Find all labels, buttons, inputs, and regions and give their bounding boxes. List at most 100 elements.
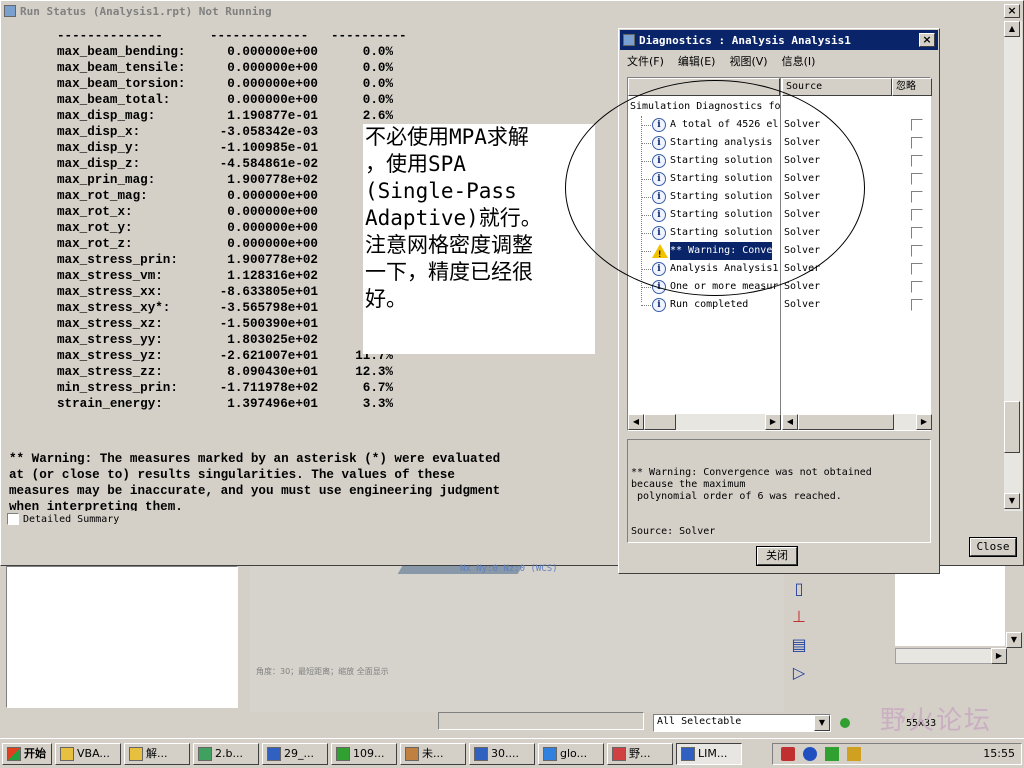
separator-value: ------------- <box>210 29 309 43</box>
source-hscroll[interactable]: ◀ ▶ <box>782 414 932 430</box>
detailed-summary-checkbox[interactable] <box>7 513 19 525</box>
scroll-thumb[interactable] <box>1004 401 1020 453</box>
csys-label: Nx Ny:0 Nz:0 (WCS) <box>460 564 558 574</box>
taskbar-button[interactable]: 2.b... <box>193 742 259 765</box>
start-button[interactable]: 开始 <box>2 742 52 765</box>
scroll-down-arrow-2[interactable]: ▼ <box>1006 632 1022 648</box>
chevron-down-icon[interactable]: ▼ <box>814 715 830 731</box>
ignore-checkbox[interactable] <box>911 299 923 311</box>
menu-info[interactable]: 信息(I) <box>782 53 816 69</box>
close-icon[interactable]: × <box>1004 4 1020 18</box>
window-icon <box>623 34 635 46</box>
horizontal-scrollbar[interactable]: ▶ <box>895 648 1007 664</box>
ignore-checkbox[interactable] <box>911 137 923 149</box>
ignore-checkbox[interactable] <box>911 119 923 131</box>
app-icon <box>198 746 212 761</box>
scroll-left-arrow[interactable]: ◀ <box>628 414 644 430</box>
volume-icon[interactable] <box>847 747 861 761</box>
taskbar-button[interactable]: LIM... <box>676 742 742 765</box>
source-column-header[interactable]: Source <box>782 78 892 96</box>
taskbar-button-label: 解... <box>146 746 168 760</box>
scroll-right-arrow[interactable]: ▶ <box>991 648 1007 664</box>
source-row[interactable]: Solver <box>782 278 932 296</box>
detailed-summary-label: Detailed Summary <box>23 513 120 525</box>
report-separator: -------------- ------------- ---------- <box>5 29 407 45</box>
message-text: ** Warning: Convergence was not obtained… <box>631 467 872 502</box>
taskbar-button[interactable]: 109... <box>331 742 397 765</box>
windows-logo-icon <box>7 746 21 761</box>
source-row[interactable]: Solver <box>782 296 932 314</box>
measure-name: max_disp_mag: <box>57 109 156 123</box>
taskbar-button[interactable]: 29_... <box>262 742 328 765</box>
mirror-icon[interactable]: ▷ <box>788 662 810 684</box>
measure-value: -4.584861e-02 <box>219 157 318 171</box>
selection-filter[interactable]: All Selectable ▼ <box>653 714 831 732</box>
scroll-right-arrow[interactable]: ▶ <box>916 414 932 430</box>
ignore-checkbox[interactable] <box>911 245 923 257</box>
network-icon[interactable] <box>803 747 817 761</box>
tree-branch <box>641 305 651 306</box>
scroll-right-arrow[interactable]: ▶ <box>765 414 781 430</box>
menu-file[interactable]: 文件(F) <box>627 53 664 69</box>
scroll-thumb[interactable] <box>798 414 894 430</box>
diagnostic-item[interactable]: i Run completed <box>628 296 780 314</box>
section-icon[interactable]: ⊥ <box>788 606 810 628</box>
diagnostic-text: Run completed <box>670 299 749 310</box>
ignore-checkbox[interactable] <box>911 173 923 185</box>
measure-name: max_rot_mag: <box>57 189 148 203</box>
tray-app-icon[interactable] <box>781 747 795 761</box>
ignore-checkbox[interactable] <box>911 263 923 275</box>
ignore-checkbox[interactable] <box>911 191 923 203</box>
run-status-titlebar: Run Status (Analysis1.rpt) Not Running × <box>1 1 1023 21</box>
measure-value: -1.100985e-01 <box>219 141 318 155</box>
view-status: 角度：30；最短距离；缩放 全面显示 <box>256 667 389 676</box>
measure-value: -1.711978e+02 <box>219 381 318 395</box>
system-tray: 15:55 <box>772 743 1022 765</box>
measure-value: 0.000000e+00 <box>227 77 318 91</box>
measure-name: max_beam_total: <box>57 93 171 107</box>
close-button[interactable]: Close <box>969 537 1017 557</box>
taskbar-button[interactable]: glo... <box>538 742 604 765</box>
close-dialog-button[interactable]: 关闭 <box>756 546 798 566</box>
ignore-checkbox[interactable] <box>911 281 923 293</box>
source-name: Solver <box>784 299 821 310</box>
detailed-summary-toggle[interactable]: Detailed Summary <box>7 513 119 525</box>
page-icon[interactable]: ▯ <box>788 578 810 600</box>
tree-hscroll[interactable]: ◀ ▶ <box>628 414 781 430</box>
scroll-down-arrow[interactable]: ▼ <box>1004 493 1020 509</box>
measure-value: 0.000000e+00 <box>227 189 318 203</box>
navigator-panel[interactable] <box>6 566 238 708</box>
measure-value: 1.397496e+01 <box>227 397 318 411</box>
taskbar-button[interactable]: 解... <box>124 742 190 765</box>
graphics-window[interactable]: Nx Ny:0 Nz:0 (WCS) 角度：30；最短距离；缩放 全面显示 <box>250 564 784 712</box>
taskbar-button[interactable]: VBA... <box>55 742 121 765</box>
measure-value: 1.128316e+02 <box>227 269 318 283</box>
close-icon[interactable]: × <box>919 33 935 47</box>
measure-name: max_beam_bending: <box>57 45 186 59</box>
scroll-up-arrow[interactable]: ▲ <box>1004 21 1020 37</box>
selection-filter-value: All Selectable <box>657 716 742 727</box>
menu-edit[interactable]: 编辑(E) <box>678 53 716 69</box>
measure-percent: 6.7% <box>362 381 393 395</box>
ignore-checkbox[interactable] <box>911 155 923 167</box>
scroll-left-arrow[interactable]: ◀ <box>782 414 798 430</box>
ignore-checkbox[interactable] <box>911 227 923 239</box>
book-icon[interactable]: ▤ <box>788 634 810 656</box>
taskbar-button-label: glo... <box>560 746 588 760</box>
separator-pct: ---------- <box>331 29 407 43</box>
clock: 15:55 <box>983 747 1015 760</box>
tree-branch <box>641 287 651 288</box>
taskbar-button[interactable]: 30.... <box>469 742 535 765</box>
measure-name: max_stress_vm: <box>57 269 163 283</box>
menu-view[interactable]: 视图(V) <box>729 53 767 69</box>
scroll-thumb[interactable] <box>644 414 676 430</box>
report-scrollbar[interactable]: ▲ ▼ <box>1004 21 1022 511</box>
antivirus-icon[interactable] <box>825 747 839 761</box>
ignore-checkbox[interactable] <box>911 209 923 221</box>
ignore-column-header[interactable]: 忽略 <box>892 78 932 96</box>
app-icon <box>474 746 488 761</box>
taskbar-button[interactable]: 野... <box>607 742 673 765</box>
taskbar-button[interactable]: 未... <box>400 742 466 765</box>
taskbar-button-label: 30.... <box>491 746 519 760</box>
diagnostics-title: Diagnostics : Analysis Analysis1 <box>639 33 851 47</box>
